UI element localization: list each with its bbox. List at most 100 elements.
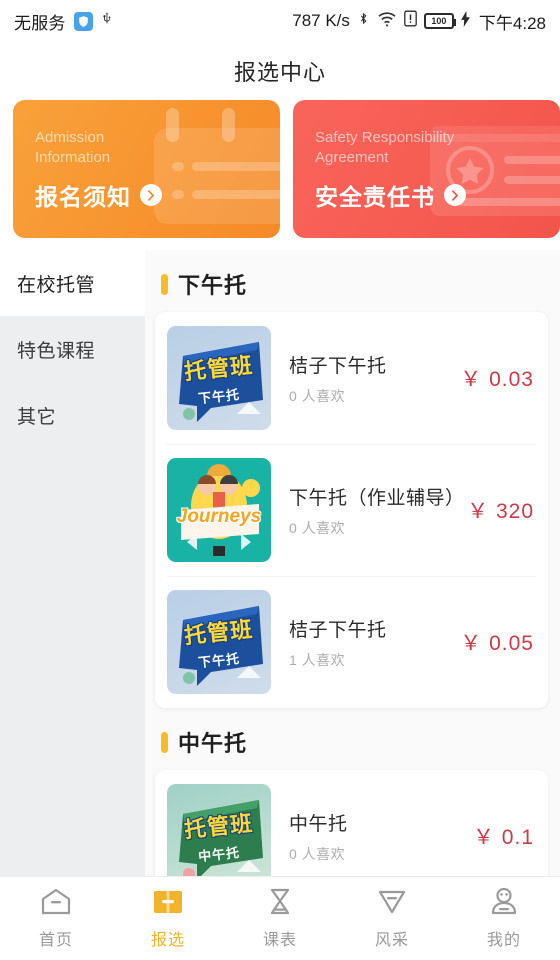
banner-subtitle-line1: Safety Responsibility <box>315 129 455 146</box>
tab-label: 报选 <box>150 932 185 949</box>
course-likes: 0 人喜欢 <box>289 519 346 536</box>
course-info: 中午托 0 人喜欢 <box>271 809 473 864</box>
thumbnail-label: 托管班 下午托 <box>167 590 271 694</box>
clock-label: 下午4:28 <box>478 13 546 33</box>
thumbnail-line2: 下午托 <box>197 650 241 671</box>
person-icon <box>491 887 517 915</box>
battery-indicator: 100 <box>423 13 456 29</box>
chevron-right-icon <box>140 184 162 206</box>
thumbnail-line1: 托管班 <box>183 616 255 649</box>
course-price: ￥ 0.05 <box>460 632 534 655</box>
banner-subtitle-line1: Admission <box>35 129 105 146</box>
sidebar-item-tesekecheng[interactable]: 特色课程 <box>0 316 145 382</box>
list-item[interactable]: 托管班 中午托 中午托 0 人喜欢 ￥ 0.1 <box>155 770 548 876</box>
section-header: 中午托 <box>155 718 548 770</box>
course-likes: 0 人喜欢 <box>289 845 346 862</box>
course-title: 下午托（作业辅导） <box>289 487 465 509</box>
sidebar-item-qita[interactable]: 其它 <box>0 382 145 448</box>
banner-main-row: 报名须知 <box>35 178 280 212</box>
shield-icon <box>73 11 93 31</box>
course-price: ￥ 320 <box>467 500 534 523</box>
bottom-navigation: 首页 报选 课表 风采 我的 <box>0 876 560 960</box>
thumbnail-label: 托管班 中午托 <box>167 784 271 876</box>
status-bar-right: 787 K/s 100 下午4:28 <box>292 9 546 34</box>
section-marker-bar <box>161 273 168 295</box>
banner-text-block: Admission Information 报名须知 <box>13 100 280 212</box>
sidebar-item-zaixiaotuoguan[interactable]: 在校托管 <box>0 250 145 316</box>
course-price: ￥ 0.03 <box>460 368 534 391</box>
page-title: 报选中心 <box>233 60 326 85</box>
hourglass-icon <box>270 888 290 915</box>
sidebar-item-label: 特色课程 <box>17 340 96 362</box>
section-header: 下午托 <box>155 260 548 312</box>
banner-title: 报名须知 <box>35 184 131 210</box>
course-title: 中午托 <box>289 813 348 835</box>
battery-level: 100 <box>431 16 447 26</box>
banner-main-row: 安全责任书 <box>315 178 560 212</box>
sim-alert-icon <box>404 10 417 32</box>
shield-icon <box>378 890 406 914</box>
tab-label: 首页 <box>38 932 73 949</box>
category-sidebar: 在校托管 特色课程 其它 <box>0 250 145 876</box>
banner-subtitle-line2: Agreement <box>315 149 389 166</box>
course-card-group: 托管班 中午托 中午托 0 人喜欢 ￥ 0.1 <box>155 770 548 876</box>
thumbnail-line2: 中午托 <box>197 844 241 865</box>
course-list-scroll[interactable]: 下午托 托管班 下午托 桔子下午托 0 人喜欢 ￥ 0.03 Journeys … <box>145 250 560 876</box>
banner-safety-responsibility-agreement[interactable]: Safety Responsibility Agreement 安全责任书 <box>293 100 560 238</box>
home-icon <box>41 888 71 915</box>
course-thumbnail: Journeys <box>167 458 271 562</box>
list-item[interactable]: 托管班 下午托 桔子下午托 1 人喜欢 ￥ 0.05 <box>155 576 548 708</box>
charging-bolt-icon <box>460 10 470 32</box>
banner-admission-information[interactable]: Admission Information 报名须知 <box>13 100 280 238</box>
list-item[interactable]: Journeys 下午托（作业辅导） 0 人喜欢 ￥ 320 <box>155 444 548 576</box>
course-title: 桔子下午托 <box>289 355 387 377</box>
tab-label: 我的 <box>486 932 521 949</box>
banner-title: 安全责任书 <box>315 184 435 210</box>
section-afternoon-care: 下午托 托管班 下午托 桔子下午托 0 人喜欢 ￥ 0.03 Journeys … <box>155 250 548 708</box>
section-marker-bar <box>161 731 168 753</box>
tab-label: 风采 <box>374 932 409 949</box>
course-info: 下午托（作业辅导） 0 人喜欢 <box>271 483 467 538</box>
course-thumbnail: 托管班 下午托 <box>167 326 271 430</box>
course-likes: 0 人喜欢 <box>289 387 346 404</box>
thumbnail-line2: 下午托 <box>197 386 241 407</box>
status-bar: 无服务 787 K/s 100 下午4:28 <box>0 0 560 42</box>
sidebar-item-label: 其它 <box>17 406 57 428</box>
section-title: 中午托 <box>178 731 248 756</box>
content-area: 在校托管 特色课程 其它 下午托 托管班 下午托 桔子下午托 0 人喜欢 ￥ 0… <box>0 250 560 876</box>
bluetooth-icon <box>357 9 370 33</box>
course-title: 桔子下午托 <box>289 619 387 641</box>
course-likes: 1 人喜欢 <box>289 651 346 668</box>
page-header: 报选中心 <box>0 42 560 100</box>
banner-row: Admission Information 报名须知 Safety Respon… <box>0 100 560 250</box>
tab-home[interactable]: 首页 <box>0 887 112 950</box>
course-thumbnail: 托管班 下午托 <box>167 590 271 694</box>
banner-subtitle-line2: Information <box>35 149 111 166</box>
course-thumbnail: 托管班 中午托 <box>167 784 271 876</box>
sidebar-item-label: 在校托管 <box>17 274 96 296</box>
thumbnail-label: 托管班 下午托 <box>167 326 271 430</box>
status-bar-left: 无服务 <box>14 9 114 34</box>
thumbnail-line1: 托管班 <box>183 352 255 385</box>
thumbnail-line2: Journeys <box>176 506 262 527</box>
banner-text-block: Safety Responsibility Agreement 安全责任书 <box>293 100 560 212</box>
section-title: 下午托 <box>178 273 248 298</box>
list-item[interactable]: 托管班 下午托 桔子下午托 0 人喜欢 ￥ 0.03 <box>155 312 548 444</box>
tab-showcase[interactable]: 风采 <box>336 887 448 950</box>
app-root: 无服务 787 K/s 100 下午4:28 报选中心 Admission In… <box>0 0 560 960</box>
tab-profile[interactable]: 我的 <box>448 887 560 950</box>
course-info: 桔子下午托 0 人喜欢 <box>271 351 460 406</box>
thumbnail-line1: 托管班 <box>183 810 255 843</box>
course-price: ￥ 0.1 <box>472 826 534 849</box>
tab-schedule[interactable]: 课表 <box>224 887 336 950</box>
usb-icon <box>101 9 114 33</box>
chevron-right-icon <box>444 184 466 206</box>
network-speed: 787 K/s <box>292 11 350 30</box>
tab-enrollment[interactable]: 报选 <box>112 887 224 950</box>
course-info: 桔子下午托 1 人喜欢 <box>271 615 460 670</box>
tab-label: 课表 <box>262 932 297 949</box>
book-icon <box>154 891 182 913</box>
wifi-icon <box>377 11 397 32</box>
course-card-group: 托管班 下午托 桔子下午托 0 人喜欢 ￥ 0.03 Journeys 下午托（… <box>155 312 548 708</box>
section-noon-care: 中午托 托管班 中午托 中午托 0 人喜欢 ￥ 0.1 <box>155 708 548 876</box>
